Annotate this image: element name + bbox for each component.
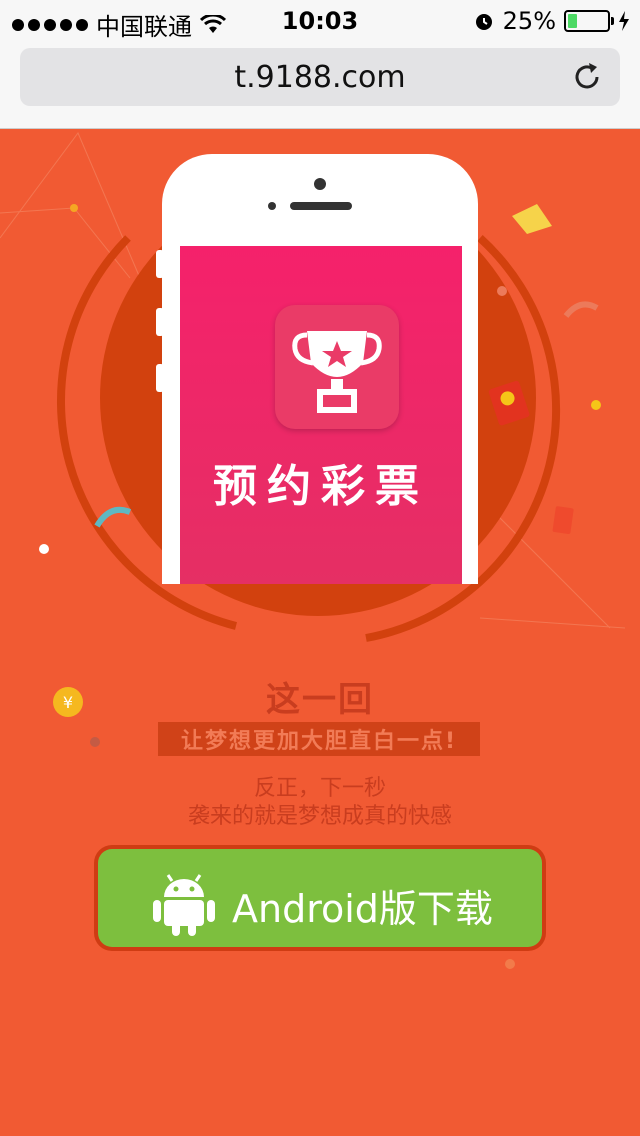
landing-stage: ¥ 预约彩票 这一回 让梦想更加大胆直白一点! 反正，下一秒 袭来的就是梦想成真… [0,128,640,1136]
android-download-button-inner: Android版下载 [98,849,542,947]
browser-toolbar: t.9188.com [0,40,640,129]
charging-icon [619,11,629,31]
phone-camera [314,178,326,190]
battery-percent: 25% [502,7,556,35]
reload-icon[interactable] [570,60,604,94]
phone-screen: 预约彩票 [180,246,462,584]
slogan-banner: 让梦想更加大胆直白一点! [158,722,480,756]
alarm-icon [475,14,492,30]
phone-side-button [156,250,164,278]
phone-side-button [156,308,164,336]
app-title: 预约彩票 [213,461,429,512]
phone-speaker [290,202,352,210]
phone-side-button [156,364,164,392]
subtitle-line-2: 袭来的就是梦想成真的快感 [187,804,452,829]
app-icon [275,305,399,429]
trophy-icon [292,331,382,413]
address-bar[interactable]: t.9188.com [20,48,620,106]
url-text: t.9188.com [234,59,406,95]
phone-sensor [268,202,276,210]
download-label: Android版下载 [232,887,493,931]
battery-fill [568,14,577,28]
android-download-button[interactable]: Android版下载 [94,845,546,951]
headline: 这一回 [266,680,374,720]
status-bar: 中国联通 10:03 25% [0,0,640,41]
status-right: 25% [473,7,630,35]
phone-mockup: 预约彩票 [156,154,478,584]
android-icon [153,874,215,936]
battery-icon [564,10,614,32]
